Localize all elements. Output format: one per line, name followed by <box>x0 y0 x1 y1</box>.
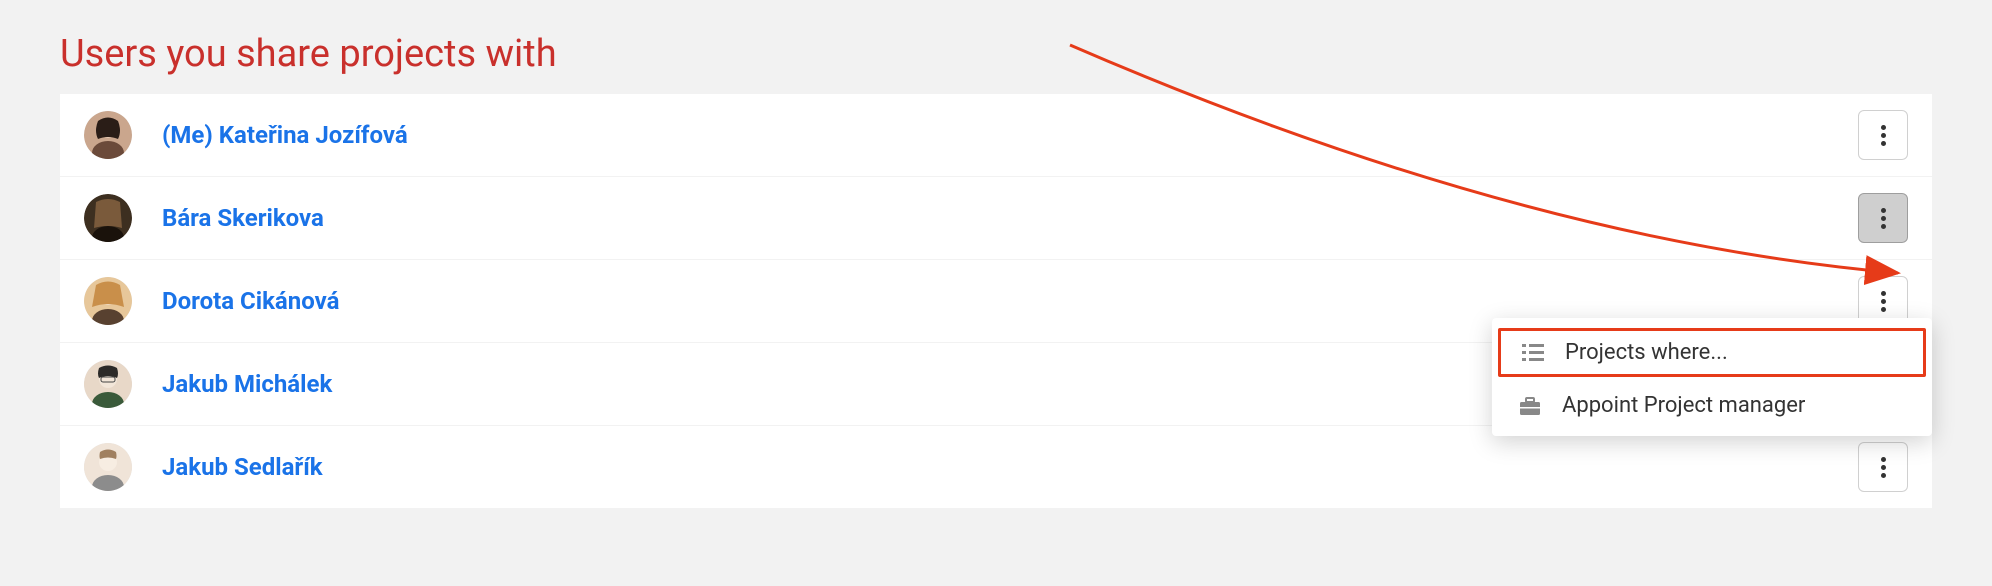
more-vertical-icon <box>1881 125 1886 146</box>
user-name-link[interactable]: Jakub Sedlařík <box>162 453 1858 481</box>
dropdown-item-projects-where[interactable]: Projects where... <box>1498 328 1926 377</box>
more-button[interactable] <box>1858 193 1908 243</box>
more-vertical-icon <box>1881 457 1886 478</box>
user-actions-dropdown: Projects where... Appoint Project manage… <box>1492 318 1932 436</box>
user-name-link[interactable]: Dorota Cikánová <box>162 287 1858 315</box>
user-row: Bára Skerikova <box>60 177 1932 260</box>
more-button[interactable] <box>1858 442 1908 492</box>
list-icon <box>1519 344 1547 362</box>
avatar <box>84 111 132 159</box>
dropdown-item-label: Appoint Project manager <box>1562 393 1805 418</box>
user-row: (Me) Kateřina Jozífová <box>60 94 1932 177</box>
more-button[interactable] <box>1858 110 1908 160</box>
dropdown-item-appoint-manager[interactable]: Appoint Project manager <box>1492 381 1932 430</box>
avatar <box>84 360 132 408</box>
avatar <box>84 443 132 491</box>
dropdown-item-label: Projects where... <box>1565 340 1728 365</box>
shared-users-list: (Me) Kateřina Jozífová Bára Skerikova Do… <box>60 94 1932 509</box>
briefcase-icon <box>1516 396 1544 416</box>
page-title: Users you share projects with <box>0 0 1992 94</box>
user-name-link[interactable]: (Me) Kateřina Jozífová <box>162 121 1858 149</box>
avatar <box>84 277 132 325</box>
more-vertical-icon <box>1881 208 1886 229</box>
user-name-link[interactable]: Bára Skerikova <box>162 204 1858 232</box>
more-vertical-icon <box>1881 291 1886 312</box>
avatar <box>84 194 132 242</box>
user-row: Jakub Sedlařík <box>60 426 1932 509</box>
